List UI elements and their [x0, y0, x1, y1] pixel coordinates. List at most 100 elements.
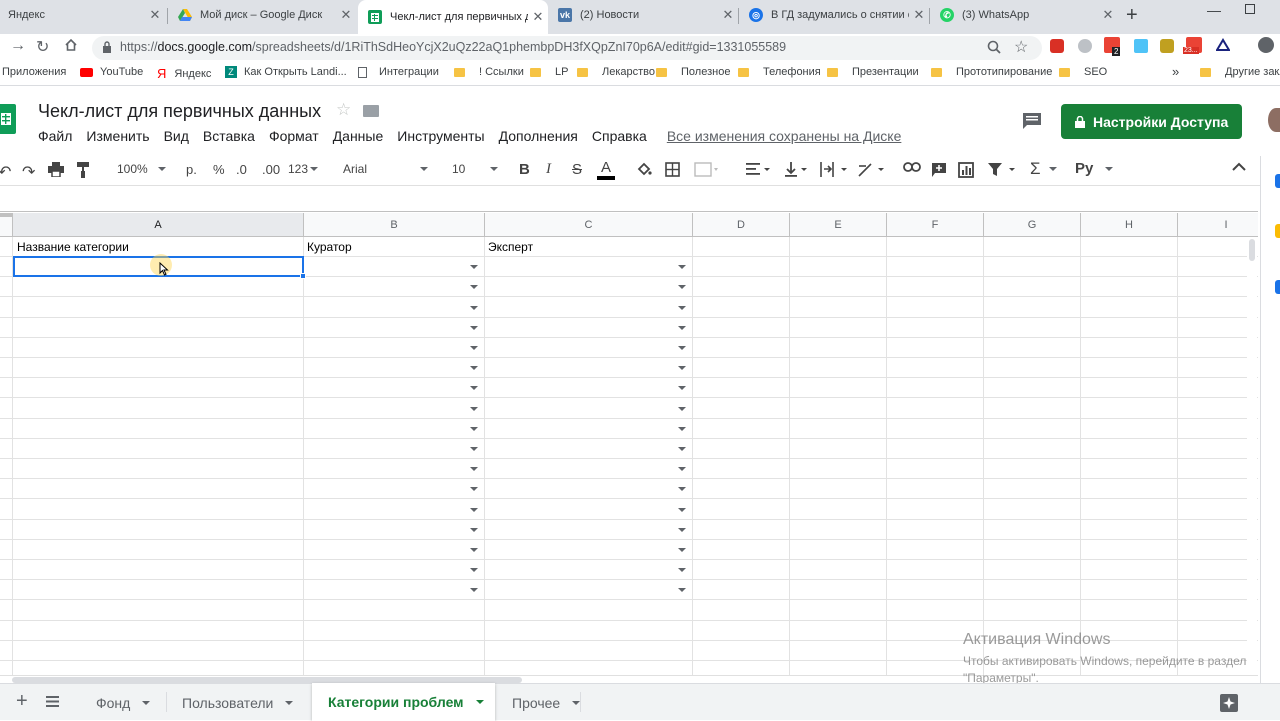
bookmark-folder[interactable]: LP — [530, 66, 568, 78]
bookmark-folder[interactable]: ! Ссылки — [454, 66, 524, 78]
column-header-c[interactable]: C — [485, 213, 693, 237]
extension-icon[interactable] — [1134, 39, 1148, 53]
browser-tab-sheets[interactable]: Чекл-лист для первичных д ✕ — [358, 0, 548, 34]
bookmark-folder[interactable]: Лекарство — [577, 66, 655, 78]
text-wrap-icon[interactable] — [820, 162, 850, 177]
extension-icon[interactable] — [1078, 39, 1092, 53]
column-header-a[interactable]: A — [13, 213, 304, 237]
add-sheet-button[interactable]: + — [16, 690, 28, 713]
menu-help[interactable]: Справка — [592, 128, 647, 144]
dropdown-arrow-icon[interactable] — [678, 467, 686, 472]
vertical-align-icon[interactable] — [785, 162, 811, 177]
browser-tab-vk[interactable]: vk (2) Новости ✕ — [548, 0, 738, 30]
filter-icon[interactable] — [987, 162, 1017, 177]
dropdown-arrow-icon[interactable] — [678, 426, 686, 431]
close-icon[interactable]: ✕ — [1098, 7, 1118, 23]
bookmark-yandex[interactable]: Я Яндекс — [157, 66, 211, 81]
close-icon[interactable]: ✕ — [145, 7, 165, 23]
url-field[interactable]: https://docs.google.com/spreadsheets/d/1… — [92, 36, 1042, 60]
dropdown-arrow-icon[interactable] — [678, 325, 686, 330]
tasks-icon[interactable] — [1275, 280, 1280, 294]
redo-icon[interactable]: ↷ — [22, 162, 35, 182]
dropdown-arrow-icon[interactable] — [470, 305, 478, 310]
dropdown-arrow-icon[interactable] — [678, 487, 686, 492]
insert-comment-icon[interactable] — [931, 162, 947, 178]
dropdown-arrow-icon[interactable] — [470, 568, 478, 573]
doc-title[interactable]: Чекл-лист для первичных данных — [38, 101, 321, 122]
browser-tab-whatsapp[interactable]: ✆ (3) WhatsApp ✕ — [930, 0, 1118, 30]
column-header-e[interactable]: E — [790, 213, 887, 237]
avatar[interactable] — [1268, 108, 1280, 132]
menu-data[interactable]: Данные — [333, 128, 384, 144]
minimize-button[interactable]: — — [1207, 2, 1221, 18]
extension-icon[interactable] — [1215, 38, 1231, 55]
insert-chart-icon[interactable] — [958, 162, 974, 178]
dropdown-arrow-icon[interactable] — [678, 527, 686, 532]
scrollbar-thumb[interactable] — [1249, 239, 1255, 261]
bold-button[interactable]: B — [519, 161, 530, 178]
sheet-tab-active[interactable]: Категории проблем — [312, 683, 495, 721]
more-bookmarks-button[interactable]: » — [1172, 64, 1179, 79]
menu-format[interactable]: Формат — [269, 128, 319, 144]
bookmark-integrations[interactable]: Интеграции — [358, 66, 439, 78]
sheets-logo-icon[interactable] — [0, 104, 16, 134]
close-icon[interactable]: ✕ — [528, 9, 548, 25]
dropdown-arrow-icon[interactable] — [470, 265, 478, 270]
cell-a1[interactable]: Название категории — [14, 237, 129, 257]
close-icon[interactable]: ✕ — [336, 7, 356, 23]
font-size-select[interactable]: 10 — [452, 162, 498, 176]
share-button[interactable]: Настройки Доступа — [1061, 104, 1242, 139]
borders-icon[interactable] — [665, 162, 680, 177]
menu-insert[interactable]: Вставка — [203, 128, 255, 144]
bookmark-folder[interactable]: Презентации — [827, 66, 919, 78]
column-header-b[interactable]: B — [304, 213, 485, 237]
dropdown-arrow-icon[interactable] — [470, 366, 478, 371]
print-icon[interactable] — [48, 162, 64, 177]
font-select[interactable]: Arial — [343, 162, 428, 176]
dropdown-arrow-icon[interactable] — [678, 265, 686, 270]
merge-cells-icon[interactable] — [694, 162, 722, 177]
link-icon[interactable] — [903, 162, 921, 172]
dropdown-arrow-icon[interactable] — [470, 386, 478, 391]
column-header-g[interactable]: G — [984, 213, 1081, 237]
fill-color-icon[interactable] — [636, 162, 652, 178]
bookmark-folder[interactable]: Полезное — [656, 66, 730, 78]
formula-bar[interactable] — [0, 186, 1258, 212]
zoom-icon[interactable] — [987, 40, 1001, 57]
save-status[interactable]: Все изменения сохранены на Диске — [667, 128, 902, 144]
dropdown-arrow-icon[interactable] — [678, 507, 686, 512]
dropdown-arrow-icon[interactable] — [470, 507, 478, 512]
star-icon[interactable]: ☆ — [336, 100, 351, 120]
dropdown-arrow-icon[interactable] — [470, 346, 478, 350]
new-tab-button[interactable]: + — [1126, 4, 1138, 27]
dropdown-arrow-icon[interactable] — [470, 325, 478, 330]
keep-icon[interactable] — [1275, 224, 1280, 238]
menu-file[interactable]: Файл — [38, 128, 72, 144]
dropdown-arrow-icon[interactable] — [678, 285, 686, 290]
menu-tools[interactable]: Инструменты — [397, 128, 484, 144]
menu-view[interactable]: Вид — [164, 128, 189, 144]
cell-b1[interactable]: Куратор — [304, 237, 352, 257]
home-icon[interactable] — [64, 38, 78, 55]
dropdown-arrow-icon[interactable] — [678, 447, 686, 451]
text-color-button[interactable]: A — [597, 159, 615, 180]
increase-decimal-button[interactable]: .00 — [262, 162, 280, 177]
dropdown-arrow-icon[interactable] — [678, 346, 686, 350]
italic-button[interactable]: I — [546, 161, 551, 178]
paint-format-icon[interactable] — [76, 162, 90, 178]
column-header-i[interactable]: I — [1178, 213, 1258, 237]
percent-format-button[interactable]: % — [213, 162, 225, 177]
bookmark-folder[interactable]: SEO — [1059, 66, 1107, 78]
bookmark-folder[interactable]: Телефония — [738, 66, 821, 78]
column-header-h[interactable]: H — [1081, 213, 1178, 237]
bookmark-landing[interactable]: Z Как Открыть Landi... — [225, 66, 347, 78]
dropdown-arrow-icon[interactable] — [470, 447, 478, 451]
extension-icon[interactable] — [1160, 39, 1174, 53]
column-header-d[interactable]: D — [693, 213, 790, 237]
browser-tab-yandex[interactable]: Яндекс ✕ — [0, 0, 165, 30]
zoom-select[interactable]: 100% — [117, 162, 166, 176]
dropdown-arrow-icon[interactable] — [470, 548, 478, 552]
cell-c1[interactable]: Эксперт — [485, 237, 533, 257]
menu-edit[interactable]: Изменить — [86, 128, 149, 144]
close-icon[interactable]: ✕ — [718, 7, 738, 23]
